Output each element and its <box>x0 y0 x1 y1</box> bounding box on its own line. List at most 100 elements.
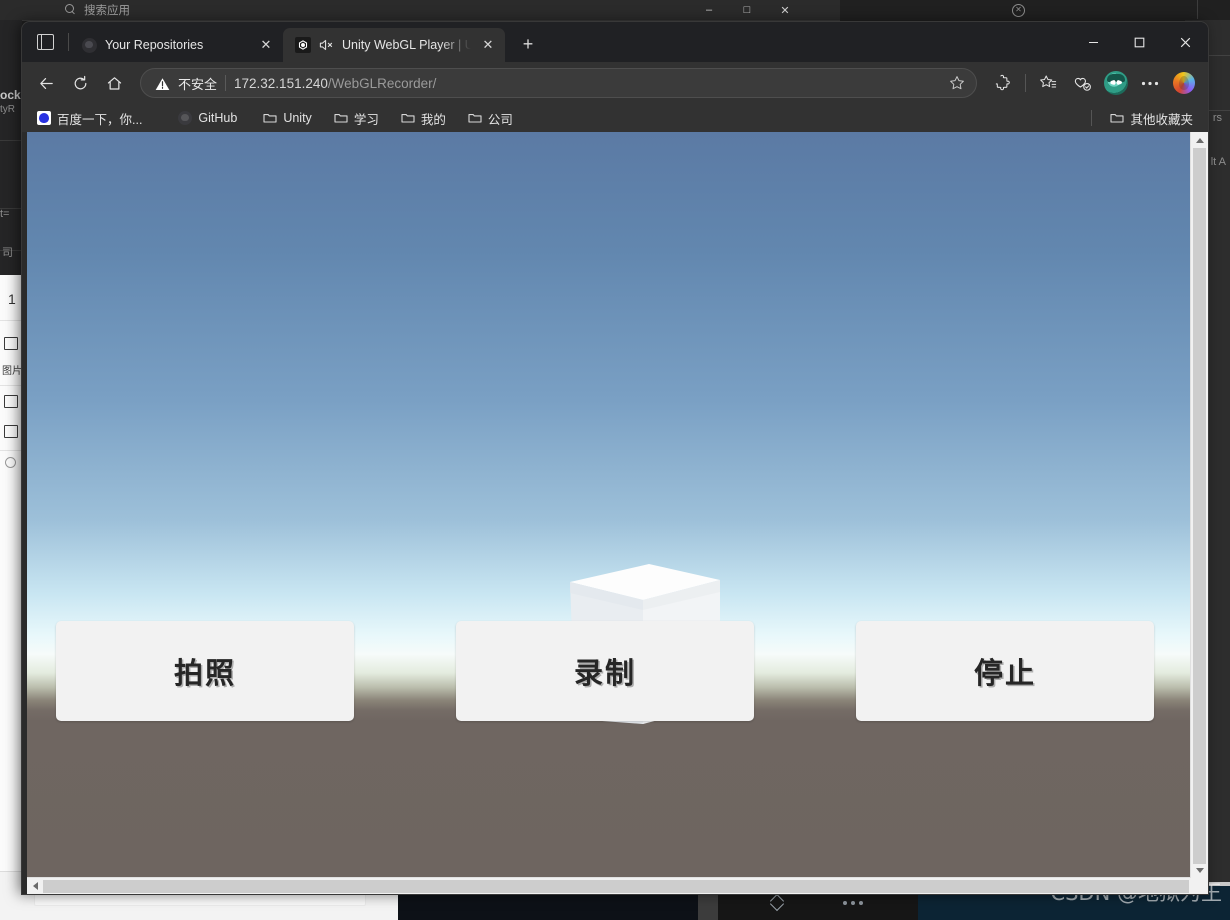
folder-icon <box>263 112 277 124</box>
bookmark-label: 百度一下，你... <box>57 112 143 127</box>
favorites-button[interactable] <box>1032 67 1064 99</box>
stop-button-label: 停止 <box>973 656 1036 690</box>
tab-unity-webgl-player[interactable]: Unity WebGL Player | U ✕ <box>283 28 505 62</box>
fragment-text-ci: 司 <box>2 247 13 259</box>
folder-icon <box>401 112 415 124</box>
folder-icon <box>468 112 482 124</box>
unity-icon <box>295 37 311 53</box>
collections-button[interactable] <box>1066 67 1098 99</box>
fragment-text-lock: ock <box>0 88 21 102</box>
background-search-placeholder: 搜索应用 <box>84 4 130 17</box>
copilot-button[interactable] <box>1168 67 1200 99</box>
folder-icon <box>334 112 348 124</box>
record-button[interactable]: 录制 <box>456 621 754 721</box>
copy-icon <box>4 395 18 408</box>
search-icon <box>65 4 76 15</box>
page-viewport: 拍照 录制 停止 <box>22 132 1208 894</box>
bookmark-label: GitHub <box>198 111 238 125</box>
divider <box>225 75 227 91</box>
fragment-label-image: 图片 <box>2 366 22 377</box>
scrollbar-corner <box>1191 878 1208 894</box>
baidu-icon <box>37 111 51 125</box>
chevron-updown-icon[interactable] <box>770 894 784 911</box>
background-close-button[interactable]: ✕ <box>766 0 804 20</box>
settings-more-button[interactable] <box>1134 67 1166 99</box>
edge-browser-window: Your Repositories ✕ Unity WebGL Player |… <box>22 22 1208 894</box>
bookmark-other-favorites[interactable]: 其他收藏夹 <box>1103 106 1200 131</box>
scroll-up-button[interactable] <box>1191 132 1208 148</box>
divider <box>1025 74 1026 92</box>
back-button[interactable] <box>30 67 62 99</box>
tab-search-icon <box>36 33 54 51</box>
tab-actions-button[interactable] <box>22 22 68 62</box>
tab-close-button[interactable]: ✕ <box>257 36 275 54</box>
bookmark-folder-unity[interactable]: Unity <box>256 108 318 128</box>
fragment-text-lta: lt A <box>1210 156 1226 168</box>
tab-your-repositories[interactable]: Your Repositories ✕ <box>69 28 283 62</box>
vertical-scrollbar-thumb[interactable] <box>1193 148 1206 864</box>
more-dots-icon[interactable] <box>843 901 863 905</box>
image-icon <box>4 337 18 350</box>
minimize-button[interactable] <box>1070 22 1116 62</box>
bookmark-folder-study[interactable]: 学习 <box>327 106 386 131</box>
horizontal-scrollbar[interactable] <box>27 877 1191 894</box>
extensions-button[interactable] <box>987 67 1019 99</box>
bookmark-label: Unity <box>283 111 312 125</box>
other-favorites-label: 其他收藏夹 <box>1130 112 1193 127</box>
vertical-scrollbar[interactable] <box>1190 132 1208 878</box>
tab-title: Unity WebGL Player | U <box>342 38 471 52</box>
background-search-bar[interactable]: 搜索应用 ✕ <box>55 0 1200 19</box>
address-bar[interactable]: 不安全 172.32.151.240/WebGLRecorder/ <box>140 68 977 98</box>
divider <box>1197 0 1198 19</box>
photo-button[interactable]: 拍照 <box>56 621 354 721</box>
tab-close-button[interactable]: ✕ <box>479 36 497 54</box>
photo-button-label: 拍照 <box>173 656 236 690</box>
new-tab-button[interactable]: + <box>513 29 543 59</box>
profile-button[interactable] <box>1100 67 1132 99</box>
fragment-text-rs: rs <box>1212 112 1222 124</box>
unity-button-row: 拍照 录制 停止 <box>27 621 1191 726</box>
bookmark-baidu[interactable]: 百度一下，你... <box>30 106 149 131</box>
bookmark-github[interactable]: GitHub <box>171 108 244 128</box>
fragment-number: 1 <box>8 291 16 307</box>
warning-triangle-icon <box>155 77 170 90</box>
background-maximize-button[interactable]: □ <box>728 0 766 20</box>
home-button[interactable] <box>98 67 130 99</box>
unity-skybox <box>27 132 1191 878</box>
divider <box>1091 110 1093 126</box>
bookmark-label: 我的 <box>420 112 446 127</box>
url-path: /WebGLRecorder/ <box>327 75 437 91</box>
speaker-muted-icon[interactable] <box>319 38 334 52</box>
close-button[interactable] <box>1162 22 1208 62</box>
copilot-icon <box>1173 72 1195 94</box>
folder-icon <box>1110 112 1125 124</box>
fragment-text-tyr: tyR <box>0 104 15 115</box>
background-left-list: 1 图片 <box>0 275 23 885</box>
github-icon <box>178 111 193 125</box>
security-label: 不安全 <box>178 76 218 92</box>
background-minimize-button[interactable]: – <box>690 0 728 20</box>
browser-toolbar: 不安全 172.32.151.240/WebGLRecorder/ <box>22 62 1208 104</box>
bookmark-folder-mine[interactable]: 我的 <box>394 106 453 131</box>
tab-title: Your Repositories <box>105 38 204 52</box>
window-controls <box>1070 22 1208 62</box>
maximize-button[interactable] <box>1116 22 1162 62</box>
url-text: 172.32.151.240/WebGLRecorder/ <box>234 76 936 91</box>
github-icon <box>81 37 97 53</box>
profile-avatar <box>1104 71 1128 95</box>
scroll-left-button[interactable] <box>27 878 43 894</box>
fragment-text-eq: t= <box>0 208 10 220</box>
bookmarks-bar: 百度一下，你... GitHub Unity 学习 我的 公司 其他收藏夹 <box>22 104 1208 132</box>
horizontal-scrollbar-thumb[interactable] <box>43 880 1189 893</box>
background-window-controls[interactable]: – □ ✕ <box>690 0 804 20</box>
tab-strip: Your Repositories ✕ Unity WebGL Player |… <box>22 22 1208 62</box>
unity-webgl-canvas[interactable]: 拍照 录制 停止 <box>27 132 1191 878</box>
bookmark-label: 学习 <box>353 112 379 127</box>
reload-button[interactable] <box>64 67 96 99</box>
stop-button[interactable]: 停止 <box>856 621 1154 721</box>
add-favorite-icon[interactable] <box>944 70 970 96</box>
bookmark-folder-company[interactable]: 公司 <box>461 106 520 131</box>
clear-icon[interactable]: ✕ <box>1012 4 1025 17</box>
scroll-down-button[interactable] <box>1191 862 1208 878</box>
bookmark-label: 公司 <box>487 112 513 127</box>
